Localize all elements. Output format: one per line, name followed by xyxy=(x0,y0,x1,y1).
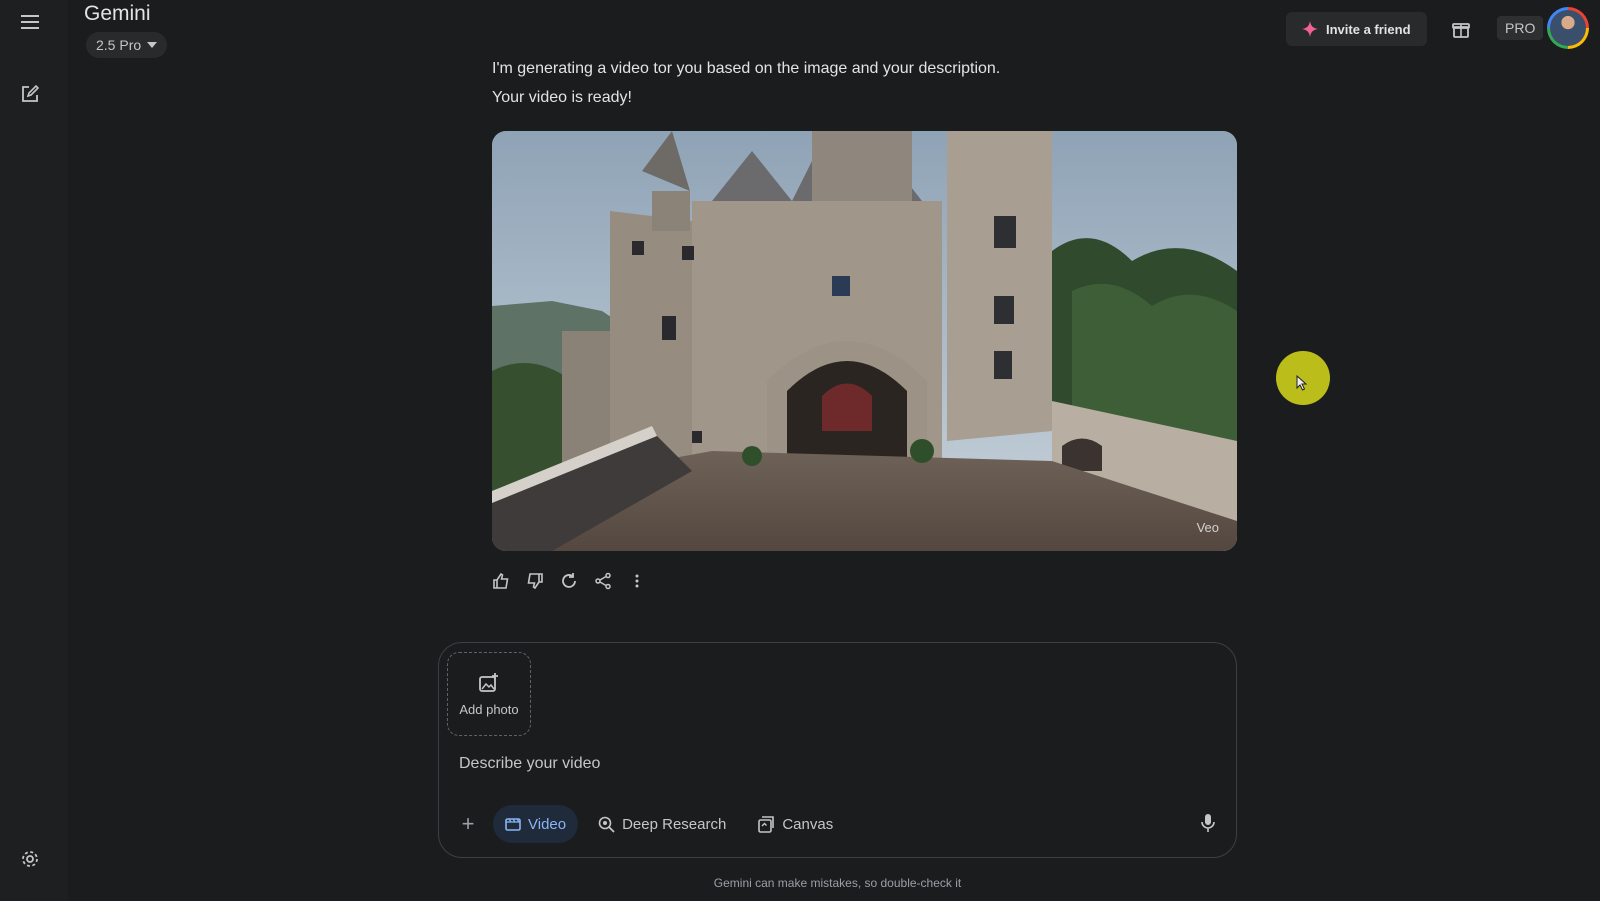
composer-tools: + Video Deep Research Canvas xyxy=(451,805,845,843)
veo-watermark: Veo xyxy=(1196,520,1219,535)
regenerate-icon[interactable] xyxy=(558,570,580,592)
prompt-composer: Add photo + Video Deep Research Canvas xyxy=(438,642,1237,858)
generated-video[interactable]: Veo xyxy=(492,131,1237,551)
response-text: I'm generating a video tor you based on … xyxy=(492,60,1001,77)
microphone-icon[interactable] xyxy=(1194,809,1222,837)
chevron-down-icon xyxy=(147,42,158,48)
mouse-cursor-icon xyxy=(1296,375,1308,391)
deep-research-icon xyxy=(598,816,615,833)
add-photo-label: Add photo xyxy=(459,701,519,717)
response-actions xyxy=(490,570,648,592)
gift-icon[interactable] xyxy=(1447,15,1475,43)
app-title: Gemini xyxy=(84,2,151,25)
tool-canvas-label: Canvas xyxy=(782,815,834,833)
model-selector[interactable]: 2.5 Pro xyxy=(86,32,168,58)
model-label: 2.5 Pro xyxy=(96,37,142,53)
add-photo-button[interactable]: Add photo xyxy=(447,652,531,736)
tool-canvas-chip[interactable]: Canvas xyxy=(746,805,845,843)
tool-deep-research-label: Deep Research xyxy=(622,815,727,833)
canvas-icon xyxy=(758,815,775,833)
prompt-input[interactable] xyxy=(459,749,1159,779)
more-options-icon[interactable] xyxy=(626,570,648,592)
thumbs-up-icon[interactable] xyxy=(490,570,512,592)
tool-deep-research-chip[interactable]: Deep Research xyxy=(586,805,738,843)
pro-badge: PRO xyxy=(1497,16,1544,40)
invite-label: Invite a friend xyxy=(1326,21,1411,37)
invite-friend-button[interactable]: Invite a friend xyxy=(1286,12,1427,46)
avatar[interactable] xyxy=(1547,7,1589,49)
sidebar xyxy=(0,0,68,901)
sparkle-icon xyxy=(1302,21,1318,37)
settings-icon[interactable] xyxy=(16,845,44,873)
thumbs-down-icon[interactable] xyxy=(524,570,546,592)
share-icon[interactable] xyxy=(592,570,614,592)
add-attachment-button[interactable]: + xyxy=(451,807,485,841)
disclaimer: Gemini can make mistakes, so double-chec… xyxy=(713,876,962,890)
menu-icon[interactable] xyxy=(16,8,44,36)
response-status-text: Your video is ready! xyxy=(492,89,632,106)
tool-video-chip[interactable]: Video xyxy=(493,805,579,843)
video-icon xyxy=(505,818,521,831)
cursor-highlight xyxy=(1276,351,1330,405)
new-chat-icon[interactable] xyxy=(16,80,44,108)
add-photo-icon xyxy=(479,672,498,692)
tool-video-label: Video xyxy=(528,815,567,833)
